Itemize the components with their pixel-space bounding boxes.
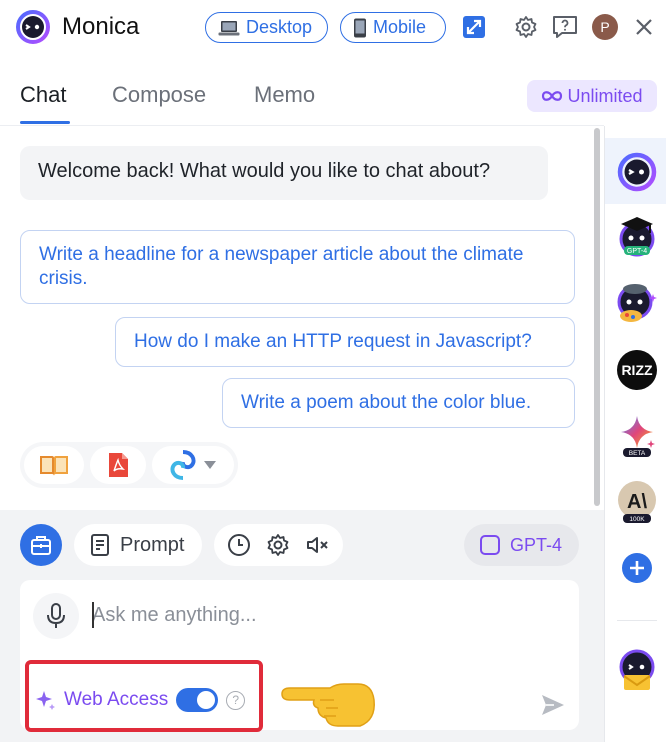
- rizz-bot-icon: RIZZ: [617, 350, 657, 390]
- composer-panel: Prompt GPT-4 Web Access ?: [0, 510, 604, 742]
- rail-item-gpt4[interactable]: GPT-4: [615, 214, 659, 258]
- user-avatar[interactable]: P: [592, 14, 618, 40]
- feedback-button[interactable]: [552, 14, 578, 40]
- tab-memo[interactable]: Memo: [254, 82, 315, 108]
- prompt-label: Prompt: [120, 533, 185, 556]
- rail-item-monica[interactable]: [615, 150, 659, 194]
- expand-arrows-icon: [463, 16, 485, 38]
- top-bar: Monica Desktop Mobile P: [0, 0, 666, 56]
- mail-bot-icon: [619, 649, 655, 690]
- sparkle-icon: [36, 691, 55, 710]
- add-bot-button[interactable]: [615, 546, 659, 590]
- gear-icon: [515, 16, 537, 38]
- brand-name: Monica: [62, 13, 140, 40]
- rail-item-claude[interactable]: A\ 100K: [615, 480, 659, 524]
- plus-circle-icon: [622, 553, 652, 583]
- model-label: GPT-4: [510, 534, 563, 555]
- artist-bot-icon: [617, 284, 657, 322]
- claude-letters: A\: [627, 491, 647, 513]
- help-icon[interactable]: ?: [226, 690, 246, 710]
- rail-item-rizz[interactable]: RIZZ: [615, 348, 659, 392]
- mobile-app-button[interactable]: Mobile: [340, 12, 446, 43]
- suggestion-chip[interactable]: Write a headline for a newspaper article…: [20, 230, 575, 304]
- open-fullscreen-button[interactable]: [461, 14, 487, 40]
- plan-badge-label: Unlimited: [567, 85, 643, 106]
- close-icon: [636, 19, 652, 35]
- chat-options-group: [214, 524, 343, 566]
- gpt4-tag: GPT-4: [627, 248, 647, 255]
- suggestion-chip[interactable]: How do I make an HTTP request in Javascr…: [115, 317, 575, 367]
- voice-input-button[interactable]: [33, 593, 79, 639]
- web-access-label: Web Access: [64, 689, 169, 710]
- read-book-tool[interactable]: [24, 446, 84, 484]
- tab-chat[interactable]: Chat: [20, 82, 66, 108]
- close-button[interactable]: [631, 14, 657, 40]
- desktop-label: Desktop: [246, 17, 313, 37]
- beta-tag: BETA: [629, 450, 646, 457]
- gpt4-bot-icon: GPT-4: [619, 217, 655, 257]
- question-bubble-icon: [553, 16, 577, 38]
- prompt-button[interactable]: Prompt: [74, 524, 202, 566]
- infinity-icon: [542, 91, 563, 101]
- chat-settings-gear-icon[interactable]: [266, 533, 290, 557]
- more-tools-dropdown[interactable]: [152, 446, 234, 484]
- pointing-hand-icon: [281, 683, 375, 727]
- mode-tabs: Chat Compose Memo Unlimited: [0, 64, 657, 126]
- web-access-toggle[interactable]: [176, 688, 219, 712]
- claude-tag: 100K: [629, 516, 645, 523]
- mobile-label: Mobile: [373, 17, 427, 37]
- speaker-muted-icon[interactable]: [305, 533, 329, 557]
- toolbox-icon: [31, 536, 51, 555]
- monica-logo-icon: [16, 10, 50, 44]
- history-clock-icon[interactable]: [227, 533, 251, 557]
- open-book-icon: [40, 456, 68, 476]
- microphone-icon: [47, 603, 65, 628]
- plan-badge[interactable]: Unlimited: [527, 80, 657, 112]
- suggestion-chip[interactable]: Write a poem about the color blue.: [222, 378, 575, 428]
- desktop-app-button[interactable]: Desktop: [205, 12, 328, 43]
- bot-rail: GPT-4 RIZZ BETA A\ 100K: [604, 126, 666, 742]
- pdf-tool[interactable]: [90, 446, 146, 484]
- caret-down-icon: [204, 461, 216, 469]
- model-checkbox-icon: [480, 535, 500, 555]
- rizz-label: RIZZ: [621, 362, 653, 378]
- prompt-doc-icon: [91, 534, 109, 556]
- rail-item-gemini[interactable]: BETA: [615, 414, 659, 458]
- active-tab-indicator: [20, 121, 70, 124]
- gemini-sparkle-icon: BETA: [621, 416, 655, 457]
- chat-area: Welcome back! What would you like to cha…: [0, 126, 604, 510]
- rail-item-artist[interactable]: [615, 280, 659, 324]
- phone-icon: [354, 18, 366, 37]
- input-card: Web Access ?: [20, 580, 579, 732]
- rail-item-mail[interactable]: [615, 648, 659, 692]
- web-access-control: Web Access ?: [34, 688, 246, 712]
- laptop-icon: [218, 20, 240, 35]
- toolbox-button[interactable]: [20, 524, 62, 566]
- rail-divider: [617, 620, 657, 621]
- tab-compose[interactable]: Compose: [112, 82, 206, 108]
- quick-tools-row: [20, 442, 238, 488]
- settings-button[interactable]: [513, 14, 539, 40]
- model-selector[interactable]: GPT-4: [464, 524, 579, 566]
- send-icon[interactable]: [540, 692, 566, 718]
- chat-scrollbar[interactable]: [594, 128, 600, 506]
- pdf-file-icon: [109, 453, 128, 477]
- monica-bot-icon: [617, 152, 657, 192]
- claude-100k-icon: A\ 100K: [618, 481, 656, 523]
- chat-input[interactable]: [92, 600, 562, 630]
- welcome-message: Welcome back! What would you like to cha…: [20, 146, 548, 200]
- swirl-app-icon: [170, 450, 196, 480]
- text-caret: [92, 602, 94, 628]
